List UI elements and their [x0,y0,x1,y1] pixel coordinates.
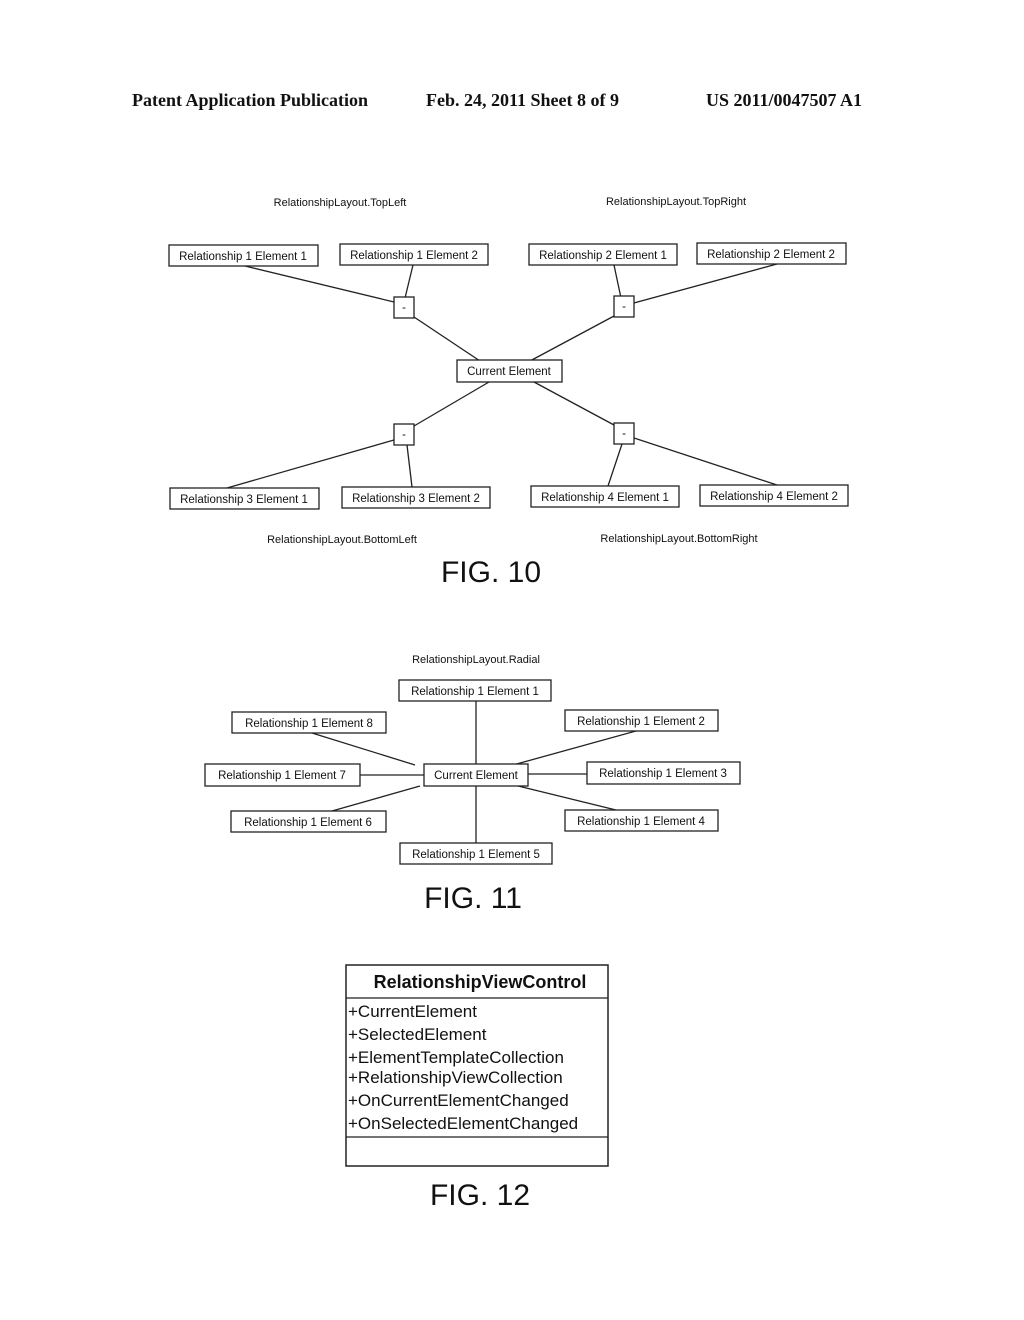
fig10-node: Relationship 3 Element 1 [169,487,320,510]
fig10-edge [633,437,781,487]
fig10-edge [607,443,623,487]
fig10-junction: - [613,422,635,445]
svg-text:Relationship 3 Element 2: Relationship 3 Element 2 [352,493,480,505]
fig10-edge [413,381,490,427]
fig10-label-topleft: RelationshipLayout.TopLeft [274,197,407,209]
fig10-junction: - [393,423,415,446]
svg-text:Relationship 2 Element 2: Relationship 2 Element 2 [707,249,835,261]
svg-text:Relationship 1 Element 1: Relationship 1 Element 1 [411,686,539,698]
svg-text:Relationship 3 Element 1: Relationship 3 Element 1 [180,494,308,506]
svg-text:Relationship 1 Element 2: Relationship 1 Element 2 [350,250,478,262]
fig11-node: Relationship 1 Element 1 [398,679,552,702]
svg-text:Relationship 1 Element 2: Relationship 1 Element 2 [577,716,705,728]
svg-text:Current Element: Current Element [434,770,519,782]
fig11-edge [512,730,637,766]
fig10-edge [613,264,622,299]
fig11-edge [331,785,421,812]
fig11-node: Relationship 1 Element 7 [204,763,361,787]
fig11-label: RelationshipLayout.Radial [412,654,540,666]
fig10-edge [406,444,413,488]
svg-text:Relationship 1 Element 4: Relationship 1 Element 4 [577,816,705,828]
fig11-edge [509,783,617,811]
svg-text:-: - [402,302,406,314]
fig10-node: Relationship 3 Element 2 [341,486,491,509]
svg-text:Relationship 2 Element 1: Relationship 2 Element 1 [539,250,667,262]
fig10-edge [404,264,414,299]
svg-text:-: - [402,429,406,441]
fig10-edge [413,316,481,362]
fig10-diagram: RelationshipLayout.TopLeft RelationshipL… [168,196,849,589]
svg-text:Relationship 1 Element 6: Relationship 1 Element 6 [244,817,372,829]
svg-text:-: - [622,428,626,440]
fig10-edge [529,315,615,362]
fig11-edge [311,732,416,766]
fig10-edge [533,381,615,426]
figures-canvas: RelationshipLayout.TopLeft RelationshipL… [168,196,849,1212]
svg-text:-: - [622,301,626,313]
fig11-node: Relationship 1 Element 3 [586,761,741,785]
svg-text:Relationship 1 Element 1: Relationship 1 Element 1 [179,251,307,263]
uml-member: +OnCurrentElementChanged [348,1091,569,1110]
fig10-label-bottomright: RelationshipLayout.BottomRight [600,533,757,545]
uml-member: +OnSelectedElementChanged [348,1114,578,1133]
uml-member: +RelationshipViewCollection [348,1068,563,1087]
fig10-label-bottomleft: RelationshipLayout.BottomLeft [267,534,417,546]
fig11-node: Relationship 1 Element 4 [564,809,719,832]
svg-text:Relationship 1 Element 8: Relationship 1 Element 8 [245,718,373,730]
fig11-node: Relationship 1 Element 8 [231,711,387,734]
fig10-edge [633,263,778,304]
fig10-junction: - [393,296,415,319]
svg-text:Relationship 1 Element 5: Relationship 1 Element 5 [412,849,540,861]
svg-text:Relationship 1 Element 3: Relationship 1 Element 3 [599,768,727,780]
svg-text:Current Element: Current Element [467,366,552,378]
fig10-node: Relationship 1 Element 2 [339,243,489,266]
svg-text:Relationship 4 Element 1: Relationship 4 Element 1 [541,492,669,504]
fig10-node: Relationship 2 Element 2 [696,242,847,265]
fig10-node: Relationship 2 Element 1 [528,243,678,266]
uml-class-name: RelationshipViewControl [374,972,587,992]
fig10-node: Relationship 1 Element 1 [168,244,319,267]
fig10-caption: FIG. 10 [441,556,541,589]
fig11-node: Relationship 1 Element 5 [399,842,553,865]
fig12-uml-class: RelationshipViewControl +CurrentElement … [345,964,609,1212]
svg-text:Relationship 1 Element 7: Relationship 1 Element 7 [218,770,346,782]
fig10-node: Relationship 4 Element 2 [699,484,849,507]
fig10-edge [244,265,395,303]
fig11-node: Relationship 1 Element 2 [564,709,719,732]
fig10-edge [226,439,395,489]
fig11-current-element: Current Element [423,763,529,787]
uml-member: +SelectedElement [348,1025,487,1044]
fig10-current-element: Current Element [456,359,563,383]
fig10-junction: - [613,295,635,318]
fig12-caption: FIG. 12 [430,1179,530,1212]
svg-text:Relationship 4 Element 2: Relationship 4 Element 2 [710,491,838,503]
fig11-node: Relationship 1 Element 6 [230,810,387,833]
uml-member: +CurrentElement [348,1002,477,1021]
fig11-caption: FIG. 11 [424,882,522,915]
fig10-label-topright: RelationshipLayout.TopRight [606,196,746,208]
uml-member: +ElementTemplateCollection [348,1048,564,1067]
fig10-node: Relationship 4 Element 1 [530,485,680,508]
fig11-diagram: RelationshipLayout.Radial Relationship 1… [204,654,741,915]
